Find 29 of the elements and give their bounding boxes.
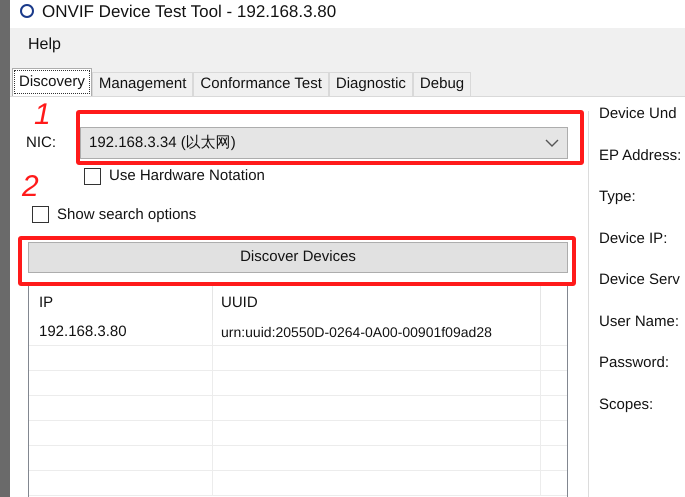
nic-dropdown[interactable]: 192.168.3.34 (以太网) [80, 127, 568, 159]
field-label: Device Serv [599, 270, 681, 290]
tab[interactable]: Conformance Test [193, 72, 329, 96]
discover-devices-button[interactable]: Discover Devices [28, 242, 568, 273]
menu-item[interactable]: Help [28, 33, 61, 57]
field-label: Type: [599, 187, 637, 207]
tab[interactable]: Debug [412, 72, 472, 96]
annotation-number: 2 [22, 172, 39, 202]
field-label: Device IP: [599, 228, 668, 248]
column-header[interactable]: IP [29, 286, 213, 320]
table-cell: urn:uuid:20550D-0264-0A00-00901f09ad28 [213, 320, 541, 345]
tab[interactable]: Discovery [12, 68, 92, 96]
field-label: User Name: [599, 312, 680, 332]
tab[interactable]: Diagnostic [328, 72, 413, 96]
checkbox[interactable] [84, 168, 101, 185]
table-cell: 192.168.3.80 [29, 320, 213, 345]
checkbox[interactable] [32, 206, 49, 224]
tab[interactable]: Management [92, 72, 194, 96]
field-label: Scopes: [599, 394, 654, 414]
column-header[interactable]: UUID [213, 286, 541, 320]
nic-label: NIC: [26, 132, 57, 153]
checkbox-label: Use Hardware Notation [109, 166, 265, 186]
chevron-down-icon [545, 139, 559, 147]
checkbox-label: Show search options [57, 204, 196, 224]
app-icon [20, 4, 34, 18]
field-label: EP Address: [599, 146, 682, 166]
field-label: Password: [599, 353, 670, 373]
window-title: ONVIF Device Test Tool - 192.168.3.80 [42, 2, 336, 22]
annotation-number: 1 [34, 100, 51, 130]
